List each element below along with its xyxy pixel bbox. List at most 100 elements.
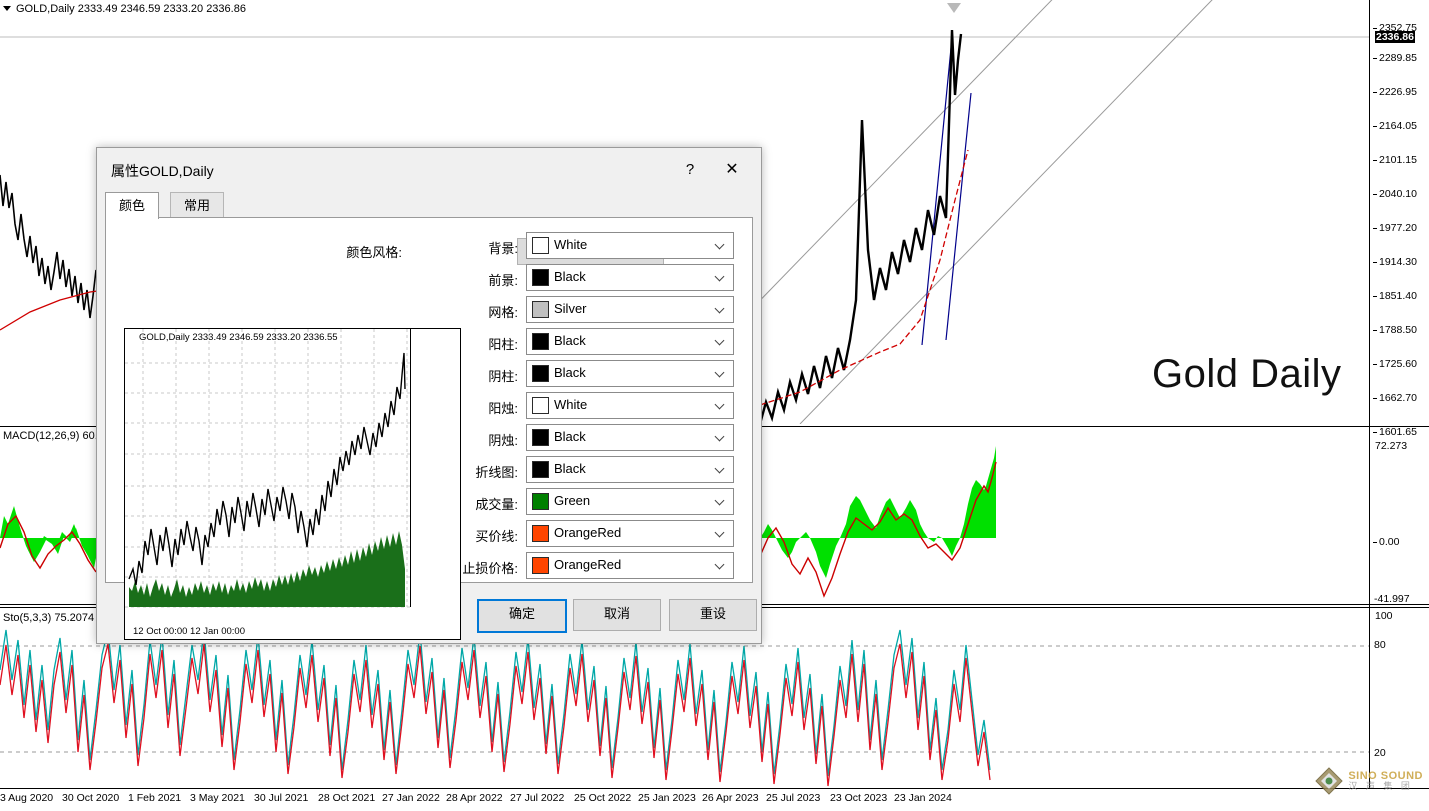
price-tick: 1601.65 [1373,426,1417,438]
field-stop-price: 止损价格: OrangeRed [440,552,740,584]
time-tick: 26 Apr 2023 [702,792,759,804]
color-swatch [532,365,549,382]
field-bear-bar: 阴柱: Black [440,360,740,392]
price-scale[interactable]: 2352.75 2336.86 2289.85 2226.95 2164.05 … [1369,0,1429,788]
dialog-title: 属性GOLD,Daily [111,161,214,181]
chart-properties-dialog[interactable]: 属性GOLD,Daily ? ✕ 颜色 常用 颜色风格: [96,147,762,644]
chart-header: GOLD,Daily 2333.49 2346.59 2333.20 2336.… [3,3,246,15]
time-tick: 1 Feb 2021 [128,792,181,804]
chevron-down-icon [716,273,725,282]
stoch-tick: 20 [1374,747,1386,759]
dialog-tabstrip[interactable]: 颜色 常用 [97,192,761,218]
combo-bear-candle[interactable]: Black [526,424,734,451]
field-grid: 网格: Silver [440,296,740,328]
stoch-tick: 100 [1375,610,1393,622]
color-swatch [532,301,549,318]
scale-divider-3 [1370,607,1429,608]
macd-tick: 0.00 [1373,536,1399,548]
logo-cn: 汉 声 集 团 [1348,782,1423,791]
chevron-down-icon [716,305,725,314]
price-tick: 2101.15 [1373,154,1417,166]
field-bid-line: 买价线: OrangeRed [440,520,740,552]
combo-value: Black [554,429,586,444]
field-label: 阳烛: [440,398,518,417]
time-tick: 30 Oct 2020 [62,792,119,804]
macd-tick: -41.997 [1374,593,1410,605]
field-background: 背景: White [440,232,740,264]
color-swatch [532,461,549,478]
color-swatch [532,397,549,414]
combo-value: OrangeRed [554,525,621,540]
combo-value: OrangeRed [554,557,621,572]
combo-bull-bar[interactable]: Black [526,328,734,355]
time-tick: 25 Jan 2023 [638,792,696,804]
price-tick: 2040.10 [1373,188,1417,200]
time-tick: 28 Apr 2022 [446,792,503,804]
combo-value: Green [554,493,590,508]
time-tick: 23 Oct 2023 [830,792,887,804]
price-tick: 2226.95 [1373,86,1417,98]
chevron-down-icon [716,529,725,538]
combo-value: Black [554,269,586,284]
help-icon[interactable]: ? [677,158,703,182]
color-swatch [532,493,549,510]
chevron-down-icon [716,465,725,474]
combo-value: Silver [554,301,587,316]
field-label: 前景: [440,270,518,289]
diamond-logo-icon [1314,766,1344,796]
combo-grid[interactable]: Silver [526,296,734,323]
dialog-body: 颜色风格: [105,217,753,583]
time-tick: 3 May 2021 [190,792,245,804]
color-scheme-label: 颜色风格: [346,242,402,261]
field-label: 阴烛: [440,430,518,449]
chart-collapse-caret[interactable] [3,6,11,11]
combo-bear-bar[interactable]: Black [526,360,734,387]
combo-line-chart[interactable]: Black [526,456,734,483]
field-bear-candle: 阴烛: Black [440,424,740,456]
chevron-down-icon [716,401,725,410]
combo-bull-candle[interactable]: White [526,392,734,419]
tab-common[interactable]: 常用 [170,192,224,219]
field-bull-candle: 阳烛: White [440,392,740,424]
chart-preview: GOLD,Daily 2333.49 2346.59 2333.20 2336.… [124,328,461,640]
combo-bid-line[interactable]: OrangeRed [526,520,734,547]
combo-background[interactable]: White [526,232,734,259]
field-line-chart: 折线图: Black [440,456,740,488]
macd-tick: 72.273 [1375,440,1407,452]
close-icon[interactable]: ✕ [717,157,747,183]
tab-colors[interactable]: 颜色 [105,192,159,219]
chart-watermark: Gold Daily [1152,352,1342,397]
field-label: 买价线: [440,526,518,545]
sino-sound-logo: SINO SOUND 汉 声 集 团 [1314,766,1423,796]
price-tick: 1914.30 [1373,256,1417,268]
cancel-button[interactable]: 取消 [573,599,661,631]
time-tick: 30 Jul 2021 [254,792,308,804]
field-label: 止损价格: [440,558,518,577]
dialog-title-bar[interactable]: 属性GOLD,Daily ? ✕ [97,148,761,192]
price-tick: 1662.70 [1373,392,1417,404]
preview-header: GOLD,Daily 2333.49 2346.59 2333.20 2336.… [139,332,338,343]
reset-button[interactable]: 重设 [669,599,757,631]
field-label: 阳柱: [440,334,518,353]
color-fields: 背景: White 前景: Black 网格: Si [440,232,740,584]
color-swatch [532,237,549,254]
preview-time-labels: 12 Oct 00:00 12 Jan 00:00 [133,626,245,637]
chevron-down-icon [716,241,725,250]
combo-value: Black [554,333,586,348]
price-tick: 1788.50 [1373,324,1417,336]
price-tick: 1851.40 [1373,290,1417,302]
time-axis[interactable]: 3 Aug 2020 30 Oct 2020 1 Feb 2021 3 May … [0,788,1429,811]
macd-label: MACD(12,26,9) 60.97 [3,430,110,442]
time-tick: 25 Jul 2023 [766,792,820,804]
combo-volume[interactable]: Green [526,488,734,515]
preview-chart-svg [125,329,458,637]
ok-button[interactable]: 确定 [477,599,567,633]
combo-foreground[interactable]: Black [526,264,734,291]
combo-stop-price[interactable]: OrangeRed [526,552,734,579]
field-label: 背景: [440,238,518,257]
chevron-down-icon [716,369,725,378]
combo-value: Black [554,461,586,476]
combo-value: White [554,397,587,412]
time-tick: 27 Jan 2022 [382,792,440,804]
time-tick: 28 Oct 2021 [318,792,375,804]
